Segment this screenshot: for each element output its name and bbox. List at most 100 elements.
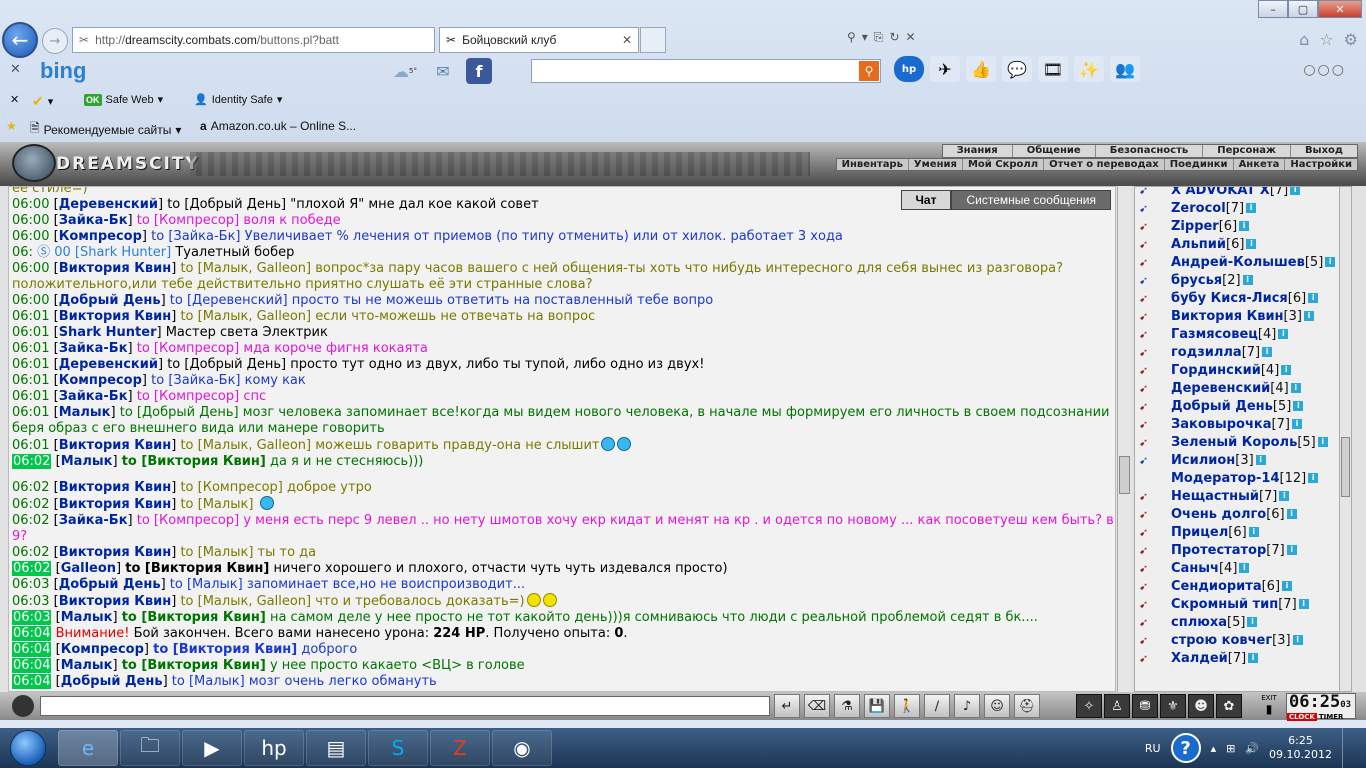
message-target[interactable]: to [Добрый День] (167, 197, 286, 212)
timer-label[interactable]: TIMER (1317, 713, 1346, 721)
user-name[interactable]: Заковырочка (1171, 417, 1272, 432)
user-name[interactable]: Zerocol (1171, 201, 1226, 216)
skype-icon[interactable]: S (368, 730, 428, 766)
message-target[interactable]: to [Малык] (172, 674, 245, 689)
message-target[interactable]: to [Зайка-Бк] (151, 229, 240, 244)
user-item[interactable]: ➹ Zerocol [7] i (1139, 199, 1335, 217)
user-name[interactable]: Зеленый Король (1171, 435, 1297, 450)
message-time[interactable]: 06:03 (12, 594, 49, 609)
info-icon[interactable]: i (1239, 221, 1250, 231)
message-author[interactable]: Малык (59, 405, 111, 420)
norton-check-icon[interactable]: ✔ ▾ (32, 93, 53, 110)
message-time[interactable]: 06:02 (12, 513, 49, 528)
message-author[interactable]: Компресор (61, 642, 144, 657)
info-icon[interactable]: i (1308, 293, 1319, 303)
message-time[interactable]: 06:01 (12, 373, 49, 388)
info-icon[interactable]: i (1298, 599, 1309, 609)
message-time[interactable]: 06:02 (12, 497, 49, 512)
exit-button[interactable]: EXIT ▮ (1258, 694, 1280, 718)
message-time[interactable]: 06:01 (12, 405, 49, 420)
scroll-icon[interactable]: ⚜ (1160, 694, 1186, 718)
menu-inventory[interactable]: Инвентарь (837, 159, 908, 170)
message-target[interactable]: to [Деревенский] (170, 293, 288, 308)
explorer-icon[interactable]: 🗀 (120, 730, 180, 766)
user-item[interactable]: ➹ Альпий [6] i (1139, 235, 1335, 253)
message-author[interactable]: Малык (61, 658, 113, 673)
user-name[interactable]: Zipper (1171, 219, 1219, 234)
info-icon[interactable]: i (1286, 509, 1297, 519)
user-name[interactable]: строю ковчег (1171, 633, 1272, 648)
menu-knowledge[interactable]: Знания (943, 145, 1012, 157)
chevron-down-icon[interactable]: ▾ (862, 30, 868, 45)
game-app-icon[interactable]: Z (430, 730, 490, 766)
message-target[interactable]: to [Виктория Квин] (153, 642, 297, 657)
menu-settings[interactable]: Настройки (1284, 159, 1357, 170)
favorites-star-icon[interactable]: ☆ (1319, 30, 1333, 49)
info-icon[interactable]: i (1308, 473, 1319, 483)
user-name[interactable]: Прицел (1171, 525, 1228, 540)
user-name[interactable]: Гординский (1171, 363, 1261, 378)
user-name[interactable]: Халдей (1171, 651, 1228, 666)
like-icon[interactable]: 👍 (966, 56, 996, 82)
user-name[interactable]: бубу Кися-Лися (1171, 291, 1288, 306)
user-item[interactable]: ➹ бубу Кися-Лися [6] i (1139, 289, 1335, 307)
user-item[interactable]: ➹ Деревенский [4] i (1139, 379, 1335, 397)
message-author[interactable]: Galleon (61, 561, 116, 576)
facebook-icon[interactable]: f (466, 58, 492, 84)
message-time[interactable]: 06:01 (12, 341, 49, 356)
message-target[interactable]: to [Малык, Galleon] (180, 261, 311, 276)
message-author[interactable]: Компресор (59, 373, 142, 388)
message-target[interactable]: to [Компресор] (180, 480, 282, 495)
message-author[interactable]: Зайка-Бк (59, 513, 128, 528)
info-icon[interactable]: i (1303, 311, 1314, 321)
user-item[interactable]: ➹ сплюха [5] i (1139, 613, 1335, 631)
message-target[interactable]: to [Компресор] (137, 513, 239, 528)
user-name[interactable]: годзилла (1171, 345, 1242, 360)
menu-profile[interactable]: Анкета (1232, 159, 1285, 170)
close-toolbar-icon[interactable]: ✕ (10, 62, 21, 77)
chat-orb-icon[interactable] (12, 695, 34, 717)
message-author[interactable]: Виктория Квин (59, 261, 172, 276)
user-item[interactable]: ➹ Добрый День [5] i (1139, 397, 1335, 415)
message-author[interactable]: Добрый День (59, 293, 161, 308)
app-icon[interactable]: ▤ (306, 730, 366, 766)
close-window-button[interactable]: ✕ (1318, 0, 1362, 18)
info-icon[interactable]: i (1255, 455, 1266, 465)
user-item[interactable]: ➹ брусья [2] i (1139, 271, 1335, 289)
message-time[interactable]: 06:02 (12, 561, 52, 576)
user-item[interactable]: ➹ Исилион [3] i (1139, 451, 1335, 469)
tab-chat[interactable]: Чат (900, 190, 952, 210)
user-item[interactable]: ➹ Протестатор [7] i (1139, 541, 1335, 559)
message-target[interactable]: to [Малык, Galleon] (180, 309, 311, 324)
message-time[interactable]: 06:01 (12, 438, 49, 453)
helmet-icon[interactable]: ⛑ (1014, 694, 1040, 718)
message-target[interactable]: to [Виктория Квин] (125, 561, 269, 576)
message-target[interactable]: to [Добрый День] (120, 405, 239, 420)
tray-arrow-icon[interactable]: ▴ (1211, 742, 1217, 755)
close-tab-icon[interactable]: ✕ (622, 33, 638, 47)
info-icon[interactable]: i (1248, 653, 1259, 663)
home-icon[interactable]: ⌂ (1299, 30, 1309, 49)
search-go-icon[interactable]: ⚲ (859, 61, 879, 81)
users-scroll-thumb[interactable] (1341, 437, 1350, 497)
show-desktop-button[interactable] (1342, 728, 1356, 768)
user-item[interactable]: ➹ Виктория Квин [3] i (1139, 307, 1335, 325)
message-time[interactable]: 06:01 (12, 325, 49, 340)
message-author[interactable]: Виктория Квин (59, 497, 172, 512)
menu-my-scroll[interactable]: Мой Скролл (961, 159, 1043, 170)
message-target[interactable]: to [Зайка-Бк] (151, 373, 240, 388)
mail-icon[interactable]: ✉ (428, 58, 458, 84)
sparkle-icon[interactable]: ✨ (1074, 56, 1104, 82)
user-name[interactable]: Очень долго (1171, 507, 1266, 522)
menu-character[interactable]: Персонаж (1202, 145, 1290, 157)
message-time[interactable]: 06: (12, 245, 33, 260)
message-target[interactable]: to [Виктория Квин] (122, 454, 266, 469)
menu-security[interactable]: Безопасность (1094, 145, 1203, 157)
info-icon[interactable]: i (1279, 491, 1290, 501)
back-button[interactable]: ← (2, 22, 38, 58)
message-author[interactable]: Зайка-Бк (59, 341, 128, 356)
menu-exit[interactable]: Выход (1289, 145, 1357, 157)
menu-fights[interactable]: Поединки (1163, 159, 1233, 170)
treasure-icon[interactable]: ⛃ (1132, 694, 1158, 718)
message-time[interactable]: 06:02 (12, 545, 49, 560)
